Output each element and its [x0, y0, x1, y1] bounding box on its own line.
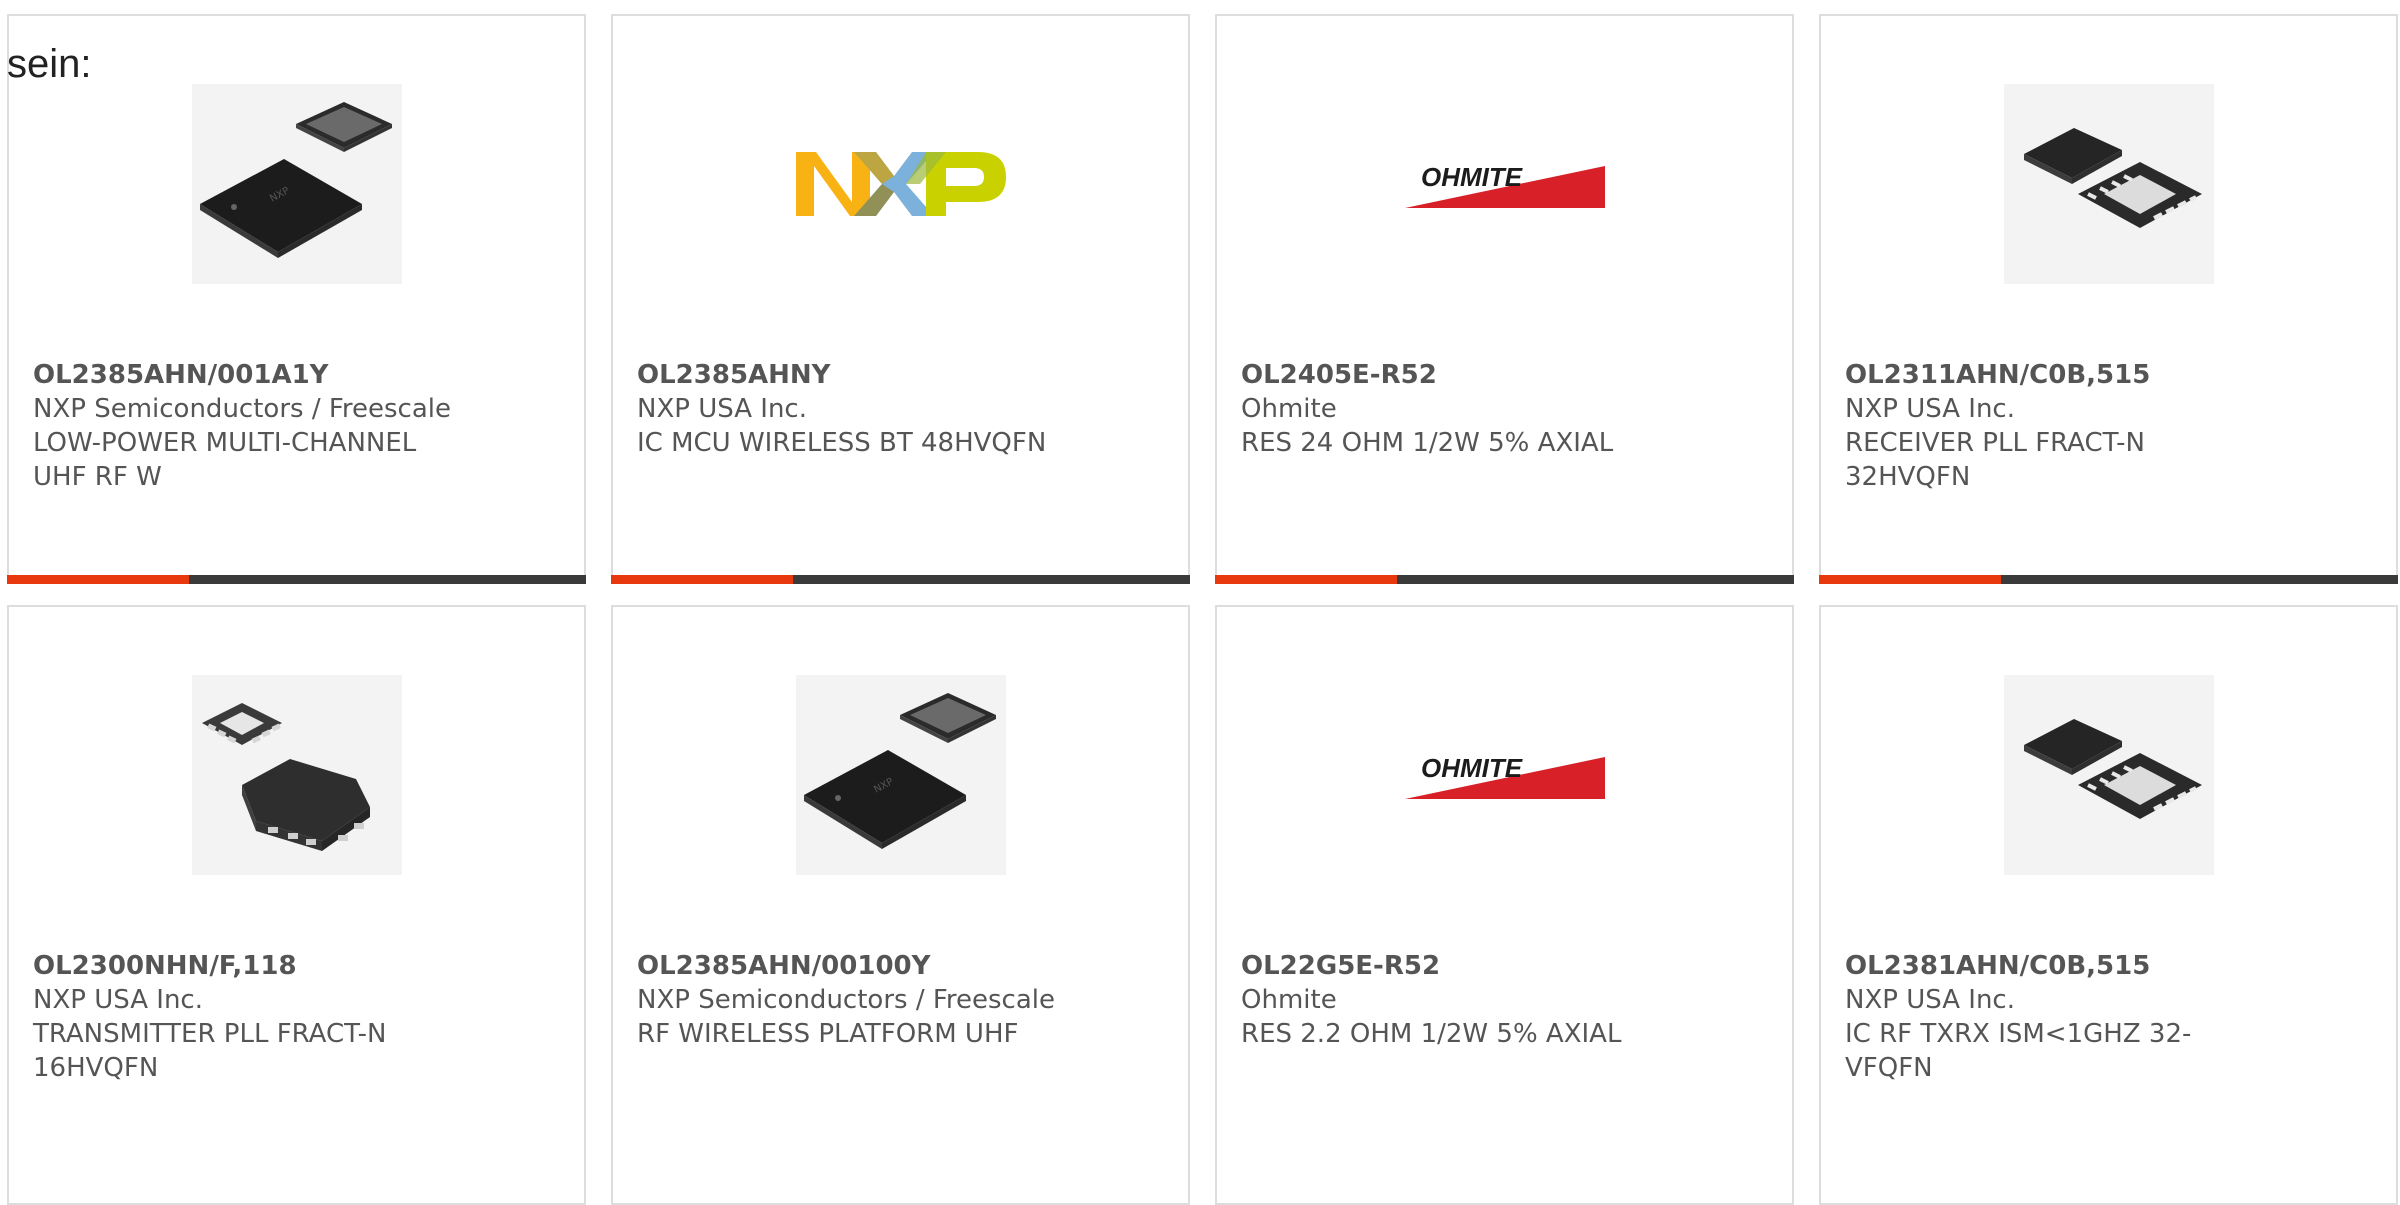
- description: IC RF TXRX ISM<1GHZ 32-VFQFN: [1845, 1019, 2192, 1083]
- qfn-chip-icon: [2003, 84, 2214, 284]
- part-number[interactable]: OL2385AHNY: [637, 358, 1168, 392]
- product-info: OL2385AHN/00100Y NXP Semiconductors / Fr…: [637, 949, 1168, 1051]
- product-card[interactable]: OL2300NHN/F,118 NXP USA Inc. TRANSMITTER…: [7, 605, 586, 1205]
- ohmite-logo-icon: OHMITE: [1404, 753, 1605, 799]
- manufacturer: Ohmite: [1241, 985, 1337, 1015]
- product-info: OL2405E-R52 Ohmite RES 24 OHM 1/2W 5% AX…: [1241, 358, 1772, 460]
- svg-text:OHMITE: OHMITE: [1421, 753, 1523, 783]
- product-info: OL2381AHN/C0B,515 NXP USA Inc. IC RF TXR…: [1845, 949, 2376, 1085]
- description: IC MCU WIRELESS BT 48HVQFN: [637, 428, 1047, 458]
- description: RECEIVER PLL FRACT-N 32HVQFN: [1845, 428, 2145, 492]
- manufacturer: NXP USA Inc.: [1845, 985, 2015, 1015]
- card-bottom-bar: [1215, 575, 1794, 584]
- nxp-logo-icon: [795, 152, 1006, 216]
- product-card[interactable]: NXP OL2385AHN/00100Y NXP Semiconductors …: [611, 605, 1190, 1205]
- part-number[interactable]: OL2405E-R52: [1241, 358, 1772, 392]
- product-image[interactable]: [2003, 84, 2214, 284]
- svg-text:OHMITE: OHMITE: [1421, 162, 1523, 192]
- description: LOW-POWER MULTI-CHANNEL UHF RF W: [33, 428, 417, 492]
- card-accent-bar: [7, 575, 189, 584]
- card-accent-bar: [611, 575, 793, 584]
- manufacturer: NXP Semiconductors / Freescale: [33, 394, 452, 424]
- product-card[interactable]: NXP OL2385AHN/001A1Y NXP Semiconductors …: [7, 14, 586, 584]
- card-bottom-bar: [1819, 575, 2398, 584]
- qfn-chip-icon: [2003, 675, 2214, 875]
- product-card[interactable]: OHMITE OL22G5E-R52 Ohmite RES 2.2 OHM 1/…: [1215, 605, 1794, 1205]
- product-image[interactable]: [2003, 675, 2214, 875]
- manufacturer: NXP USA Inc.: [637, 394, 807, 424]
- card-accent-bar: [1215, 575, 1397, 584]
- description: RES 2.2 OHM 1/2W 5% AXIAL: [1241, 1019, 1622, 1049]
- manufacturer: NXP USA Inc.: [33, 985, 203, 1015]
- intro-text: sein:: [7, 42, 92, 86]
- part-number[interactable]: OL2311AHN/C0B,515: [1845, 358, 2376, 392]
- qfn-chip-icon: NXP: [191, 84, 402, 284]
- product-info: OL2385AHN/001A1Y NXP Semiconductors / Fr…: [33, 358, 564, 494]
- hvqfn16-chip-icon: [191, 675, 402, 875]
- product-card[interactable]: OL2381AHN/C0B,515 NXP USA Inc. IC RF TXR…: [1819, 605, 2398, 1205]
- product-image[interactable]: NXP: [191, 84, 402, 284]
- manufacturer: NXP Semiconductors / Freescale: [637, 985, 1056, 1015]
- part-number[interactable]: OL2300NHN/F,118: [33, 949, 564, 983]
- product-card[interactable]: OL2385AHNY NXP USA Inc. IC MCU WIRELESS …: [611, 14, 1190, 584]
- card-bottom-bar: [7, 575, 586, 584]
- part-number[interactable]: OL2381AHN/C0B,515: [1845, 949, 2376, 983]
- description: RF WIRELESS PLATFORM UHF: [637, 1019, 1019, 1049]
- product-grid: NXP OL2385AHN/001A1Y NXP Semiconductors …: [7, 14, 2400, 1205]
- manufacturer: Ohmite: [1241, 394, 1337, 424]
- qfn-chip-icon: NXP: [795, 675, 1006, 875]
- ohmite-logo-icon: OHMITE: [1404, 162, 1605, 208]
- product-image[interactable]: OHMITE: [1400, 84, 1610, 284]
- part-number[interactable]: OL2385AHN/001A1Y: [33, 358, 564, 392]
- product-image[interactable]: [191, 675, 402, 875]
- card-bottom-bar: [611, 575, 1190, 584]
- product-info: OL2311AHN/C0B,515 NXP USA Inc. RECEIVER …: [1845, 358, 2376, 494]
- manufacturer: NXP USA Inc.: [1845, 394, 2015, 424]
- product-info: OL2385AHNY NXP USA Inc. IC MCU WIRELESS …: [637, 358, 1168, 460]
- product-image[interactable]: OHMITE: [1400, 675, 1610, 875]
- part-number[interactable]: OL2385AHN/00100Y: [637, 949, 1168, 983]
- part-number[interactable]: OL22G5E-R52: [1241, 949, 1772, 983]
- product-card[interactable]: OHMITE OL2405E-R52 Ohmite RES 24 OHM 1/2…: [1215, 14, 1794, 584]
- product-card[interactable]: OL2311AHN/C0B,515 NXP USA Inc. RECEIVER …: [1819, 14, 2398, 584]
- description: TRANSMITTER PLL FRACT-N 16HVQFN: [33, 1019, 387, 1083]
- product-info: OL2300NHN/F,118 NXP USA Inc. TRANSMITTER…: [33, 949, 564, 1085]
- card-accent-bar: [1819, 575, 2001, 584]
- product-image[interactable]: [795, 84, 1006, 284]
- product-image[interactable]: NXP: [795, 675, 1006, 875]
- description: RES 24 OHM 1/2W 5% AXIAL: [1241, 428, 1614, 458]
- product-info: OL22G5E-R52 Ohmite RES 2.2 OHM 1/2W 5% A…: [1241, 949, 1772, 1051]
